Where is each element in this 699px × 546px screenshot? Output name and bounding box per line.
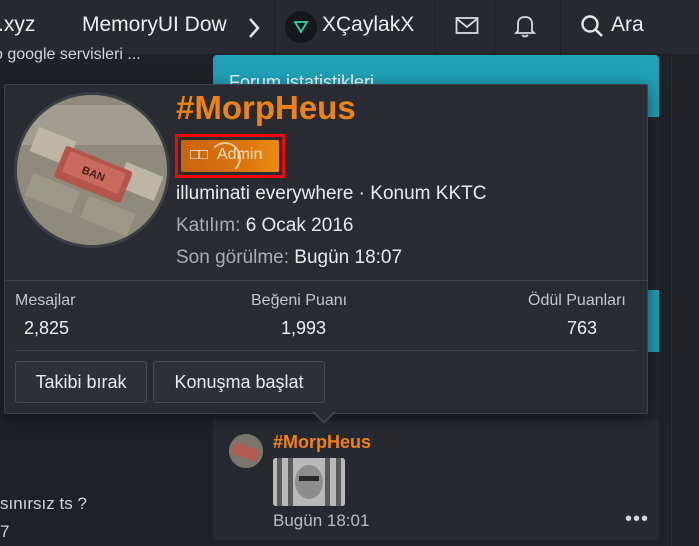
nav-item-partial[interactable]: .xyz (0, 0, 35, 40)
nav-separator (435, 0, 436, 54)
nav-separator (560, 0, 561, 54)
banner-glyph: □□ (190, 146, 209, 163)
divider (671, 55, 672, 546)
nav-separator (494, 0, 495, 54)
nav-username[interactable]: XÇaylakX (322, 0, 414, 40)
stat-value-trophy-points[interactable]: 763 (567, 318, 597, 339)
stat-value-reactions[interactable]: 1,993 (281, 318, 326, 339)
chevron-right-icon[interactable] (247, 17, 261, 44)
post-author[interactable]: #MorpHeus (273, 432, 371, 453)
joined-value: 6 Ocak 2016 (245, 215, 354, 236)
divider (15, 350, 637, 351)
stat-value-messages[interactable]: 2,825 (24, 318, 69, 339)
background-thread-meta: 7 (0, 522, 10, 541)
unfollow-button[interactable]: Takibi bırak (15, 361, 147, 403)
user-banner: □□ Admin (181, 140, 279, 174)
last-seen-value[interactable]: Bugün 18:07 (294, 247, 402, 268)
banner-label: Admin (217, 146, 263, 163)
avatar[interactable] (229, 434, 263, 468)
latest-post-item[interactable]: #MorpHeus Bugün 18:01 ••• (213, 420, 659, 540)
background-thread-title[interactable]: o google servisleri ... (0, 46, 141, 64)
bell-icon[interactable] (513, 14, 537, 43)
card-pointer (314, 411, 334, 421)
signature-image (273, 458, 345, 506)
stat-label-reactions: Beğeni Puanı (251, 292, 348, 309)
nav-item-memoryui[interactable]: MemoryUI Dow (82, 0, 230, 40)
profile-tagline: illuminati everywhere · Konum KKTC (176, 183, 487, 204)
profile-username[interactable]: #MorpHeus (176, 89, 356, 127)
divider (5, 280, 647, 281)
user-logo-icon[interactable] (285, 11, 317, 43)
stat-label-trophy-points: Ödül Puanları (528, 292, 626, 309)
nav-separator (274, 0, 275, 54)
stat-label-messages: Mesajlar (15, 292, 76, 309)
search-label[interactable]: Ara (611, 0, 644, 40)
search-icon[interactable] (580, 14, 604, 43)
background-thread-title[interactable]: sınırsız ts ? (0, 494, 87, 514)
admin-banner-highlight: □□ Admin (175, 134, 285, 178)
envelope-icon[interactable] (455, 16, 479, 41)
last-seen-label: Son görülme: (176, 247, 290, 268)
profile-joined: Katılım: 6 Ocak 2016 (176, 215, 353, 237)
member-tooltip-card: BAN #MorpHeus □□ Admin illuminati everyw… (4, 84, 648, 414)
joined-label: Katılım: (176, 215, 241, 236)
post-time[interactable]: Bugün 18:01 (273, 511, 369, 531)
avatar[interactable]: BAN (14, 92, 170, 248)
profile-last-seen: Son görülme: Bugün 18:07 (176, 247, 402, 269)
ellipsis-icon[interactable]: ••• (625, 508, 649, 531)
start-conversation-button[interactable]: Konuşma başlat (153, 361, 325, 403)
